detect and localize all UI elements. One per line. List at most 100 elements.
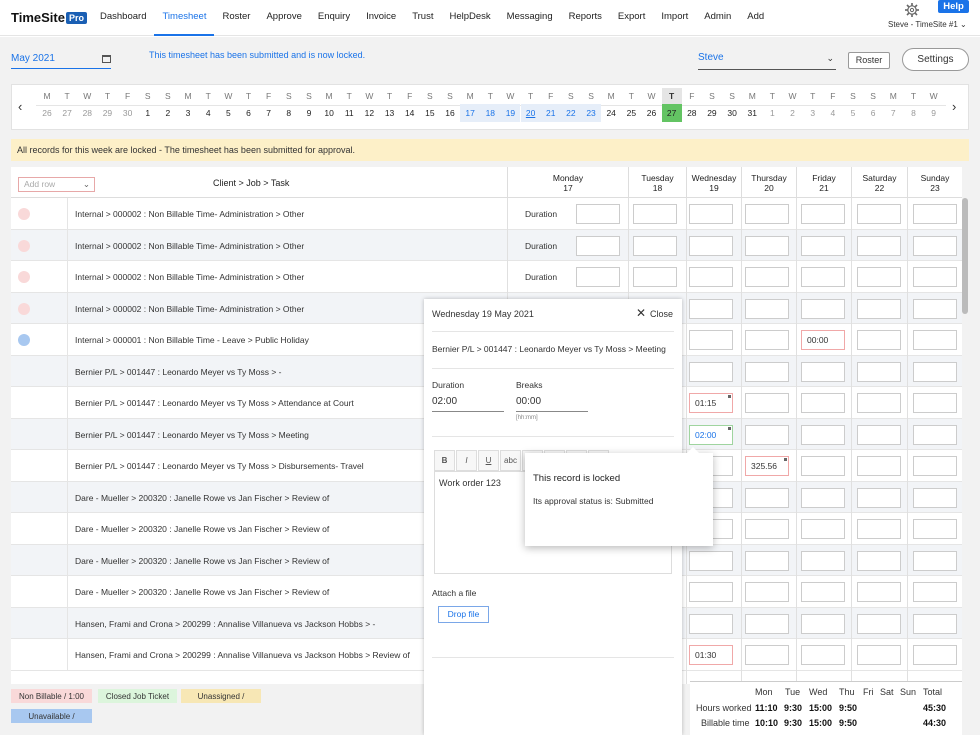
- date-strip-day[interactable]: S 23: [581, 88, 602, 128]
- time-cell[interactable]: [745, 645, 789, 665]
- time-cell[interactable]: [633, 267, 677, 287]
- nav-item-dashboard[interactable]: Dashboard: [92, 0, 154, 36]
- time-cell[interactable]: [913, 393, 957, 413]
- time-cell[interactable]: [913, 267, 957, 287]
- time-cell[interactable]: [745, 298, 789, 319]
- date-strip-day[interactable]: S8: [279, 88, 299, 128]
- date-strip-day[interactable]: T6: [239, 88, 259, 128]
- time-cell[interactable]: [913, 204, 957, 224]
- time-cell[interactable]: [801, 613, 845, 634]
- date-strip-day[interactable]: T 11: [339, 88, 359, 128]
- nav-item-reports[interactable]: Reports: [561, 0, 610, 36]
- time-cell[interactable]: [633, 235, 677, 256]
- time-cell[interactable]: [913, 456, 957, 476]
- date-strip-day[interactable]: F 28: [682, 88, 702, 128]
- time-cell[interactable]: [801, 424, 845, 445]
- date-strip-day[interactable]: F7: [259, 88, 279, 128]
- time-cell[interactable]: [745, 613, 789, 634]
- app-logo[interactable]: TimeSite Pro: [11, 10, 87, 25]
- date-strip-day[interactable]: W5: [218, 88, 238, 128]
- breaks-field[interactable]: 00:00: [516, 396, 588, 412]
- time-cell[interactable]: [857, 582, 901, 602]
- date-strip-day[interactable]: M 31: [742, 88, 762, 128]
- time-cell[interactable]: 01:30: [689, 645, 733, 665]
- time-cell[interactable]: 02:00: [689, 424, 733, 445]
- time-cell[interactable]: [801, 487, 845, 508]
- date-strip-day[interactable]: S5: [843, 88, 863, 128]
- time-cell[interactable]: [801, 645, 845, 665]
- time-cell[interactable]: [689, 613, 733, 634]
- help-button[interactable]: Help: [938, 0, 969, 13]
- time-cell[interactable]: [801, 298, 845, 319]
- chevron-right-icon[interactable]: ›: [952, 99, 956, 114]
- date-strip-day[interactable]: W 12: [359, 88, 379, 128]
- time-cell[interactable]: [913, 298, 957, 319]
- time-cell[interactable]: 325.56: [745, 456, 789, 476]
- time-cell[interactable]: [745, 519, 789, 539]
- time-cell[interactable]: [913, 424, 957, 445]
- time-cell[interactable]: [857, 330, 901, 350]
- nav-item-import[interactable]: Import: [653, 0, 696, 36]
- time-cell[interactable]: [913, 330, 957, 350]
- date-strip-day[interactable]: T1: [762, 88, 782, 128]
- nav-item-admin[interactable]: Admin: [696, 0, 739, 36]
- time-cell[interactable]: [745, 487, 789, 508]
- date-strip-day[interactable]: T3: [803, 88, 823, 128]
- time-cell[interactable]: [689, 550, 733, 571]
- date-strip-day[interactable]: T8: [903, 88, 923, 128]
- nav-item-roster[interactable]: Roster: [214, 0, 258, 36]
- date-strip-day[interactable]: T 18: [480, 88, 501, 128]
- table-row[interactable]: Internal > 000002 : Non Billable Time- A…: [11, 229, 962, 261]
- close-button[interactable]: Close: [650, 309, 673, 319]
- time-cell[interactable]: [913, 645, 957, 665]
- date-strip-day[interactable]: F 30: [118, 88, 138, 128]
- date-strip-day[interactable]: W2: [783, 88, 803, 128]
- table-row[interactable]: Internal > 000002 : Non Billable Time- A…: [11, 198, 962, 230]
- date-strip-day[interactable]: W 26: [642, 88, 662, 128]
- strikethrough-icon[interactable]: abc: [500, 450, 521, 471]
- time-cell[interactable]: [801, 267, 845, 287]
- time-cell[interactable]: [576, 235, 620, 256]
- time-cell[interactable]: [801, 361, 845, 382]
- time-cell[interactable]: [857, 613, 901, 634]
- time-cell[interactable]: [857, 456, 901, 476]
- time-cell[interactable]: [913, 361, 957, 382]
- date-strip-day[interactable]: M3: [178, 88, 198, 128]
- date-strip-day[interactable]: M 17: [460, 88, 481, 128]
- time-cell[interactable]: [801, 550, 845, 571]
- time-cell[interactable]: [745, 330, 789, 350]
- grid-scrollbar[interactable]: [962, 198, 968, 314]
- gear-icon[interactable]: [904, 2, 920, 18]
- time-cell[interactable]: [689, 235, 733, 256]
- time-cell[interactable]: 01:15: [689, 393, 733, 413]
- time-cell[interactable]: [801, 456, 845, 476]
- nav-item-enquiry[interactable]: Enquiry: [310, 0, 358, 36]
- time-cell[interactable]: [913, 550, 957, 571]
- time-cell[interactable]: [745, 582, 789, 602]
- time-cell[interactable]: [913, 487, 957, 508]
- time-cell[interactable]: [857, 204, 901, 224]
- time-cell[interactable]: [857, 645, 901, 665]
- time-cell[interactable]: [745, 550, 789, 571]
- italic-icon[interactable]: I: [456, 450, 477, 471]
- time-cell[interactable]: [633, 204, 677, 224]
- date-strip-day[interactable]: T 27: [661, 88, 682, 128]
- date-strip-day[interactable]: T 29: [97, 88, 117, 128]
- date-strip-day[interactable]: T 20: [520, 88, 541, 128]
- time-cell[interactable]: [689, 582, 733, 602]
- date-strip-day[interactable]: W 28: [77, 88, 97, 128]
- date-strip-day[interactable]: F 21: [540, 88, 561, 128]
- close-icon[interactable]: ✕: [636, 306, 646, 320]
- date-strip-day[interactable]: S 30: [722, 88, 742, 128]
- time-cell[interactable]: [913, 582, 957, 602]
- nav-item-helpdesk[interactable]: HelpDesk: [441, 0, 498, 36]
- time-cell[interactable]: [745, 393, 789, 413]
- roster-button[interactable]: Roster: [848, 52, 890, 69]
- date-strip-day[interactable]: S 29: [702, 88, 722, 128]
- date-strip-day[interactable]: T 25: [621, 88, 641, 128]
- time-cell[interactable]: [689, 204, 733, 224]
- underline-icon[interactable]: U: [478, 450, 499, 471]
- date-strip-day[interactable]: F4: [823, 88, 843, 128]
- bold-icon[interactable]: B: [434, 450, 455, 471]
- date-strip-day[interactable]: W 19: [500, 88, 521, 128]
